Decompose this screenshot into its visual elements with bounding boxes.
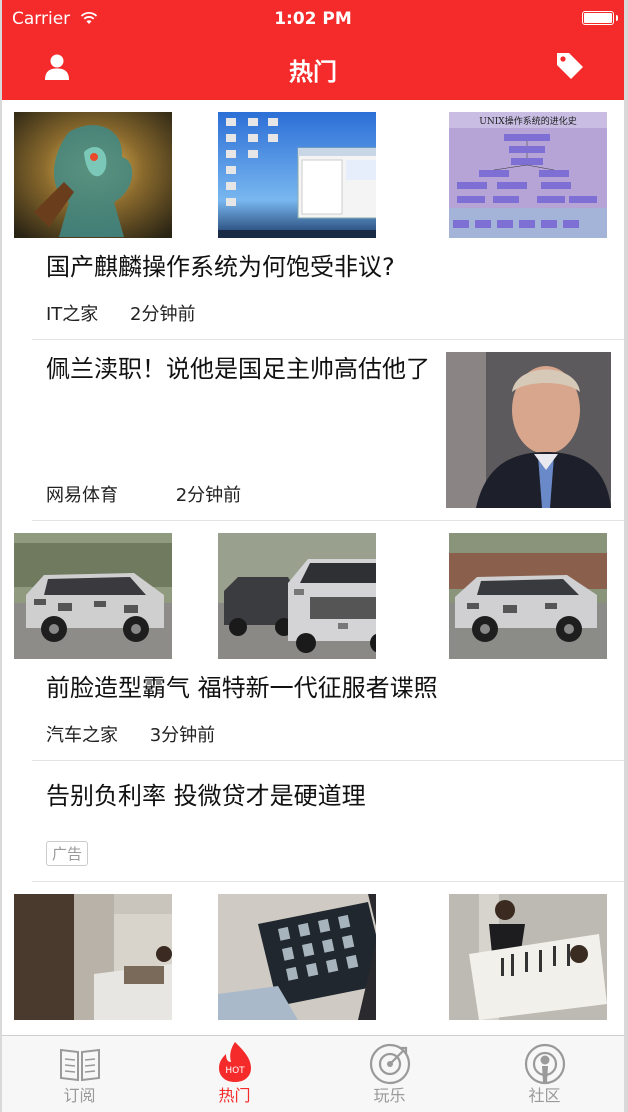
tag-icon[interactable] bbox=[554, 50, 586, 82]
news-feed[interactable]: UNIX操作系统的进化史 国产麒麟操作系统为何饱受非议? IT之家 2分钟前 佩… bbox=[2, 100, 624, 1054]
news-meta: 汽车之家 3分钟前 bbox=[46, 721, 241, 747]
battery-icon bbox=[582, 11, 618, 25]
news-time: 3分钟前 bbox=[149, 725, 216, 746]
thumbnail-row bbox=[14, 894, 624, 1020]
thumbnail-unix-diagram: UNIX操作系统的进化史 bbox=[449, 112, 607, 238]
clock: 1:02 PM bbox=[274, 9, 352, 29]
news-item[interactable]: 前脸造型霸气 福特新一代征服者谍照 汽车之家 3分钟前 bbox=[14, 521, 624, 761]
news-title: 国产麒麟操作系统为何饱受非议? bbox=[46, 253, 395, 281]
ad-title: 告别负利率 投微贷才是硬道理 bbox=[46, 782, 366, 810]
thumbnail-desktop-screenshot bbox=[218, 112, 376, 238]
news-source: IT之家 bbox=[46, 304, 99, 325]
news-item[interactable]: 佩兰渎职！说他是国足主帅高估他了 网易体育 2分钟前 bbox=[32, 340, 624, 521]
tab-hot[interactable]: HOT 热门 bbox=[157, 1036, 312, 1112]
news-source: 网易体育 bbox=[46, 485, 118, 506]
ad-item[interactable]: 告别负利率 投微贷才是硬道理 广告 bbox=[32, 761, 624, 882]
news-item[interactable]: UNIX操作系统的进化史 国产麒麟操作系统为何饱受非议? IT之家 2分钟前 bbox=[14, 100, 624, 340]
thumbnail-xray-films bbox=[218, 894, 376, 1020]
news-item[interactable] bbox=[14, 882, 624, 1054]
app-screen: Carrier 1:02 PM 热门 UNIX操作系统的进化史 国产麒麟操作系统… bbox=[2, 0, 624, 1112]
thumbnail-fantasy-dragon bbox=[14, 112, 172, 238]
nav-bar: 热门 bbox=[2, 38, 624, 100]
tab-bar: 订阅 HOT 热门 玩乐 社区 bbox=[2, 1035, 624, 1112]
page-title: 热门 bbox=[289, 58, 337, 86]
news-time: 2分钟前 bbox=[130, 304, 196, 325]
thumbnail-suv-side-2 bbox=[449, 533, 607, 659]
tab-label: 玩乐 bbox=[373, 1086, 406, 1105]
news-source: 汽车之家 bbox=[46, 725, 118, 746]
news-time: 2分钟前 bbox=[175, 485, 242, 506]
status-bar: Carrier 1:02 PM bbox=[2, 0, 624, 38]
hot-badge: HOT bbox=[225, 1066, 245, 1076]
thumbnail-suv-side bbox=[14, 533, 172, 659]
tab-label: 热门 bbox=[218, 1086, 251, 1105]
hot-flame-icon: HOT bbox=[218, 1042, 251, 1082]
thumbnail-suv-front bbox=[218, 533, 376, 659]
thumbnail-hospital-room bbox=[14, 894, 172, 1020]
target-icon bbox=[369, 1043, 410, 1085]
news-meta: IT之家 2分钟前 bbox=[46, 300, 222, 326]
tab-play[interactable]: 玩乐 bbox=[312, 1036, 467, 1112]
tab-subscribe[interactable]: 订阅 bbox=[2, 1036, 157, 1112]
news-title: 佩兰渎职！说他是国足主帅高估他了 bbox=[46, 355, 430, 383]
tab-community[interactable]: 社区 bbox=[467, 1036, 622, 1112]
thumbnail-man-portrait bbox=[446, 352, 611, 508]
book-icon bbox=[59, 1048, 100, 1082]
diagram-caption: UNIX操作系统的进化史 bbox=[479, 115, 576, 127]
thumbnail-row: UNIX操作系统的进化史 bbox=[14, 112, 624, 238]
tab-label: 订阅 bbox=[63, 1086, 96, 1105]
broadcast-icon bbox=[524, 1043, 565, 1085]
news-title: 前脸造型霸气 福特新一代征服者谍照 bbox=[46, 674, 438, 702]
news-meta: 网易体育 2分钟前 bbox=[46, 481, 267, 507]
thumbnail-calligraphy-patient bbox=[449, 894, 607, 1020]
tab-label: 社区 bbox=[528, 1086, 561, 1105]
thumbnail-row bbox=[14, 533, 624, 659]
ad-badge: 广告 bbox=[46, 841, 89, 866]
